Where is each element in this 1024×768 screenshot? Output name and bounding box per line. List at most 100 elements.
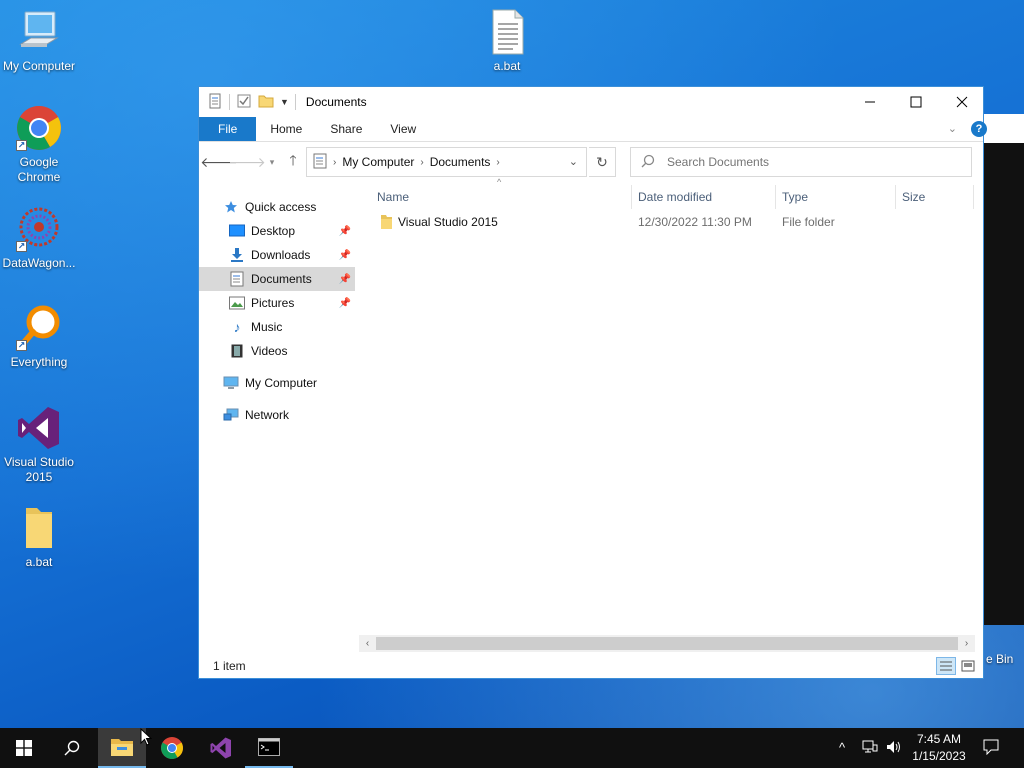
column-divider[interactable]	[775, 185, 776, 209]
desktop-icon-my-computer[interactable]: My Computer	[0, 8, 78, 74]
magnifier-icon: ↗	[15, 304, 63, 352]
recent-locations-chevron-icon[interactable]: ▾	[261, 151, 283, 173]
forward-arrow-icon[interactable]: 🡒	[228, 151, 266, 173]
maximize-button[interactable]	[893, 87, 939, 117]
pin-icon[interactable]: 📌	[339, 250, 351, 261]
nav-item-documents[interactable]: Documents 📌	[199, 267, 355, 291]
nav-my-computer[interactable]: My Computer	[223, 371, 353, 395]
large-icons-view-icon	[961, 660, 975, 672]
desktop-icon-label: DataWagon...	[2, 256, 76, 270]
desktop-icon-a-bat-folder[interactable]: a.bat	[0, 504, 78, 570]
nav-item-label: Network	[245, 408, 290, 422]
desktop-icon-label: Visual Studio 2015	[4, 455, 74, 484]
nav-item-label: Downloads	[251, 248, 311, 262]
nav-item-videos[interactable]: Videos	[229, 339, 355, 363]
details-view-icon	[940, 661, 952, 671]
column-header-size[interactable]: Size	[902, 185, 972, 209]
taskbar-chrome[interactable]	[148, 728, 196, 768]
breadcrumb-my-computer[interactable]: My Computer	[342, 155, 414, 169]
background-window	[984, 143, 1024, 625]
desktop-icon-a-bat-file[interactable]: a.bat	[468, 8, 546, 74]
breadcrumb-documents[interactable]: Documents	[430, 155, 491, 169]
large-icons-view-button[interactable]	[958, 657, 978, 675]
column-header-name[interactable]: Name	[377, 185, 627, 209]
address-dropdown-icon[interactable]: ⌄	[569, 155, 578, 168]
scrollbar-thumb[interactable]	[376, 637, 958, 650]
item-count: 1 item	[213, 659, 246, 673]
background-window-strip	[984, 114, 1024, 143]
videos-icon	[229, 343, 245, 359]
desktop-icon-label: Google Chrome	[17, 155, 61, 184]
customize-dropdown-icon[interactable]: ▼	[280, 97, 289, 107]
network-status-icon[interactable]	[862, 740, 878, 757]
details-view-button[interactable]	[936, 657, 956, 675]
expand-ribbon-icon[interactable]: ⌄	[948, 122, 957, 135]
pictures-icon	[229, 295, 245, 311]
start-button[interactable]	[0, 728, 48, 768]
nav-item-label: Documents	[251, 272, 312, 286]
title-bar[interactable]: ▼ Documents	[199, 87, 983, 117]
pin-icon[interactable]: 📌	[339, 274, 351, 285]
list-item[interactable]: Visual Studio 2015 12/30/2022 11:30 PM F…	[373, 211, 975, 233]
desktop-icon-google-chrome[interactable]: ↗ Google Chrome	[0, 104, 78, 185]
new-folder-icon[interactable]	[258, 93, 274, 112]
taskbar: ^ 7:45 AM 1/15/2023	[0, 728, 1024, 768]
search-button[interactable]	[48, 728, 96, 768]
scroll-left-icon[interactable]: ‹	[359, 635, 376, 652]
nav-item-label: Desktop	[251, 224, 296, 238]
action-center-icon[interactable]	[983, 739, 999, 758]
nav-network[interactable]: Network	[223, 403, 353, 427]
taskbar-file-explorer[interactable]	[98, 728, 146, 768]
column-header-type[interactable]: Type	[782, 185, 892, 209]
properties-icon[interactable]	[207, 93, 223, 112]
nav-quick-access[interactable]: Quick access	[223, 195, 353, 219]
taskbar-visual-studio[interactable]	[197, 728, 245, 768]
desktop-icon-everything[interactable]: ↗ Everything	[0, 304, 78, 370]
checkbox-icon[interactable]	[236, 93, 252, 112]
tab-share[interactable]: Share	[316, 117, 376, 141]
scroll-right-icon[interactable]: ›	[958, 635, 975, 652]
refresh-button[interactable]: ↻	[589, 147, 616, 177]
documents-icon	[229, 271, 245, 287]
column-divider[interactable]	[973, 185, 974, 209]
back-arrow-icon[interactable]: 🡐	[200, 151, 238, 173]
breadcrumb-chevron-icon[interactable]: ›	[333, 157, 336, 168]
breadcrumb-chevron-icon[interactable]: ›	[496, 157, 499, 168]
shortcut-arrow-icon: ↗	[16, 140, 27, 151]
recycle-bin-label[interactable]: e Bin	[986, 652, 1013, 666]
search-input[interactable]	[667, 155, 947, 169]
nav-item-downloads[interactable]: Downloads 📌	[229, 243, 355, 267]
nav-item-pictures[interactable]: Pictures 📌	[229, 291, 355, 315]
column-header-date-modified[interactable]: Date modified	[638, 185, 773, 209]
nav-item-music[interactable]: ♪ Music	[229, 315, 355, 339]
pin-icon[interactable]: 📌	[339, 298, 351, 309]
breadcrumb-chevron-icon[interactable]: ›	[420, 157, 423, 168]
help-icon[interactable]: ?	[971, 121, 987, 137]
nav-item-desktop[interactable]: Desktop 📌	[229, 219, 355, 243]
horizontal-scrollbar[interactable]: ‹ ›	[359, 635, 975, 652]
desktop-icon	[229, 223, 245, 239]
mouse-cursor-icon	[140, 728, 152, 746]
minimize-button[interactable]	[847, 87, 893, 117]
search-box[interactable]	[630, 147, 972, 177]
column-divider[interactable]	[631, 185, 632, 209]
show-hidden-icons-chevron-icon[interactable]: ^	[839, 740, 845, 755]
taskbar-command-prompt[interactable]	[245, 728, 293, 768]
tab-home[interactable]: Home	[256, 117, 316, 141]
address-bar[interactable]: › My Computer › Documents › ⌄	[306, 147, 587, 177]
music-icon: ♪	[233, 319, 241, 335]
quick-access-toolbar: ▼	[199, 93, 289, 112]
tab-file[interactable]: File	[199, 117, 257, 141]
tab-view[interactable]: View	[376, 117, 430, 141]
up-arrow-icon[interactable]: 🡑	[282, 151, 304, 173]
clock[interactable]: 7:45 AM 1/15/2023	[908, 731, 970, 765]
volume-icon[interactable]	[886, 740, 902, 757]
search-icon	[64, 740, 80, 756]
column-divider[interactable]	[895, 185, 896, 209]
close-button[interactable]	[939, 87, 985, 117]
pin-icon[interactable]: 📌	[339, 226, 351, 237]
star-icon	[223, 199, 239, 215]
desktop-icon-datawagon[interactable]: ↗ DataWagon...	[0, 205, 78, 271]
desktop-icon-visual-studio[interactable]: Visual Studio 2015	[0, 404, 78, 485]
clock-date: 1/15/2023	[912, 749, 966, 763]
